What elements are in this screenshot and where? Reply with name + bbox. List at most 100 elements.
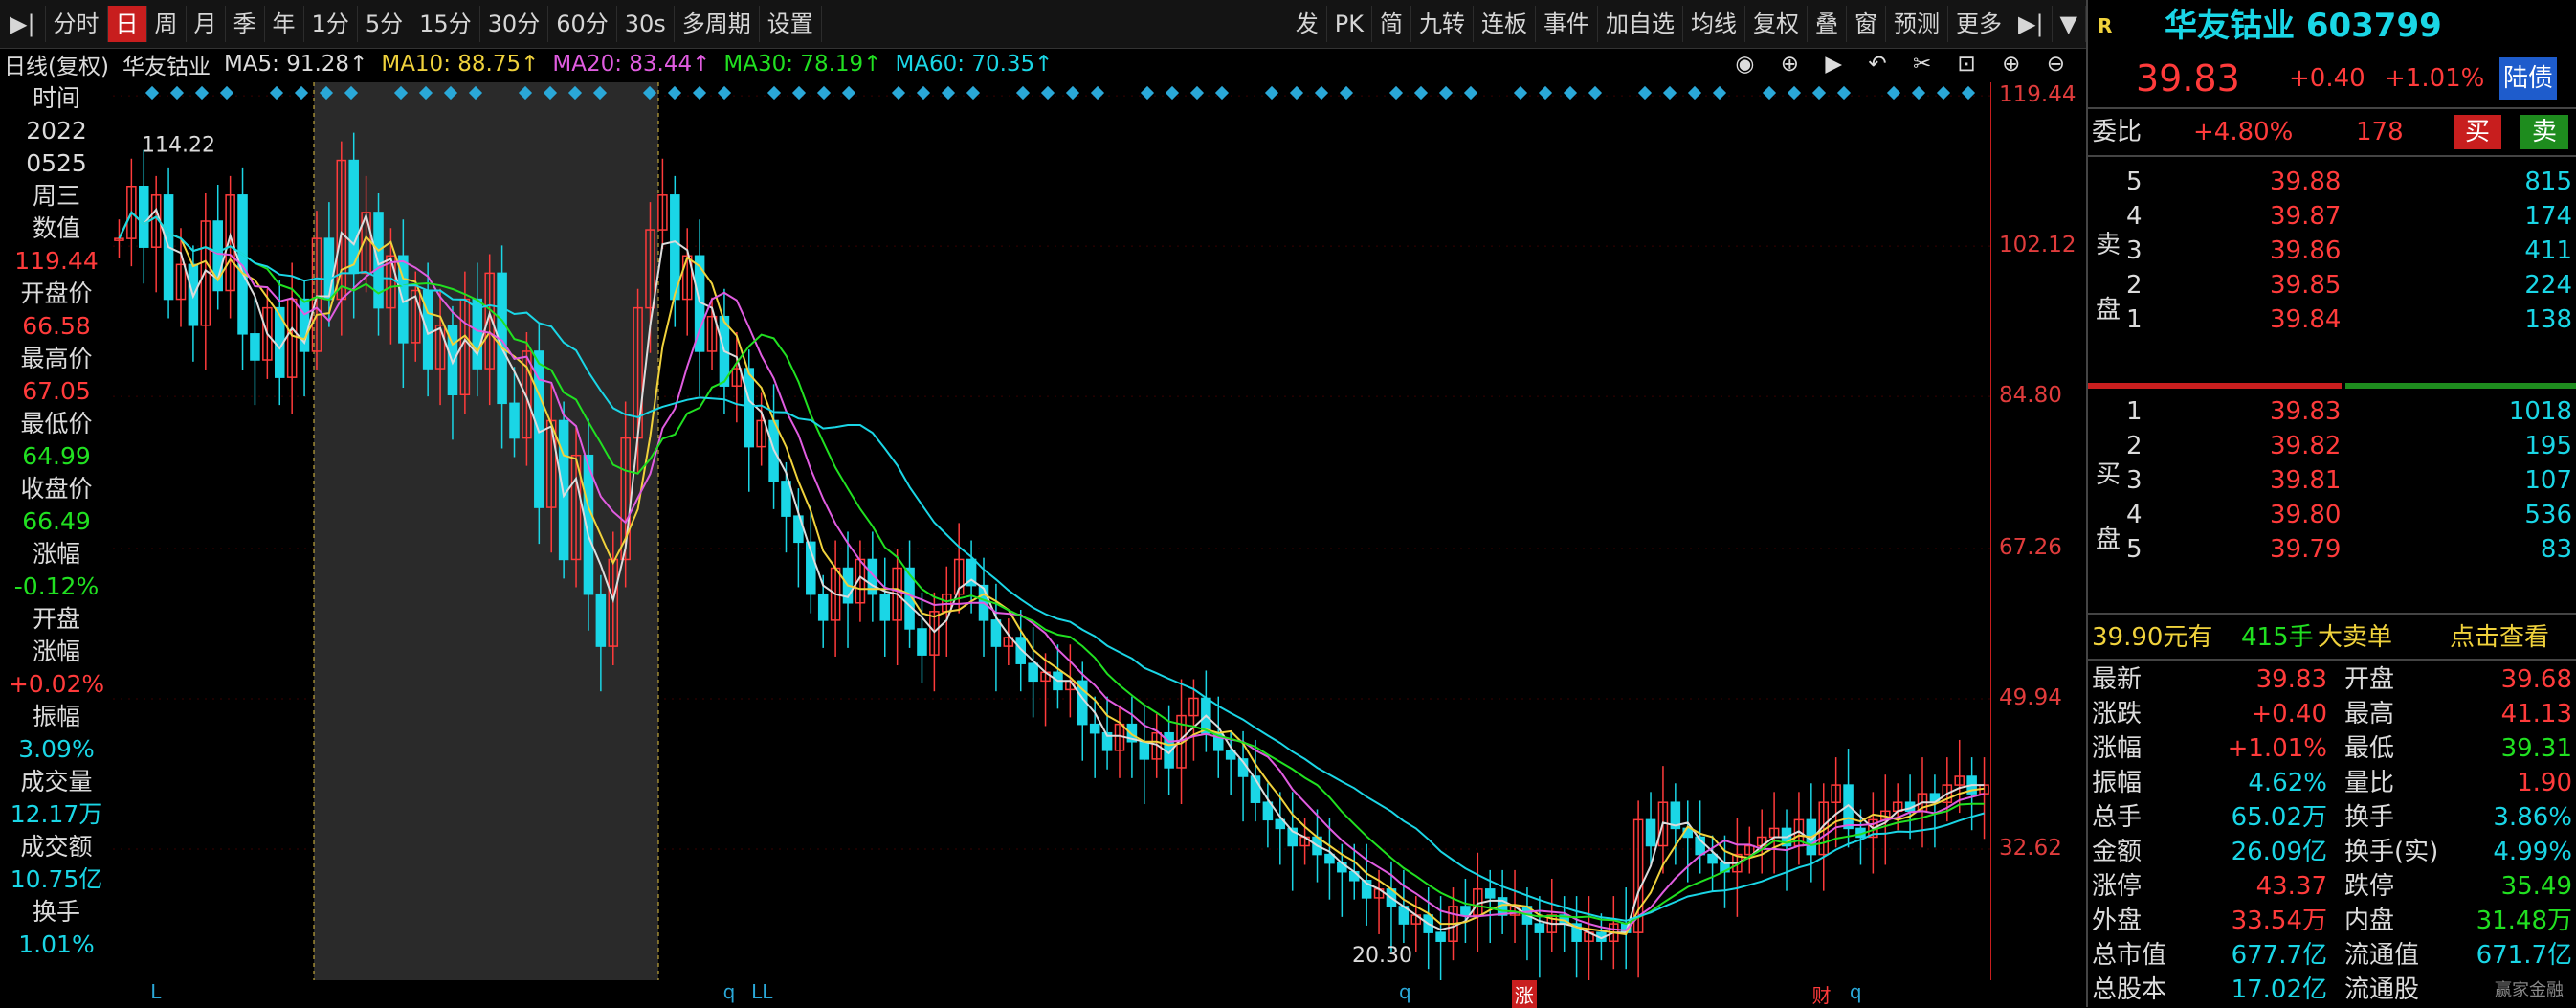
tool-button[interactable]: 发 [1288,6,1327,42]
bid-row[interactable]: 2 39.82 195 [2088,429,2576,463]
event-diamond [1513,85,1528,101]
info-row: -0.12% [13,572,100,600]
stat-value: 3.86% [2493,803,2572,832]
info-row: 成交额 [20,833,93,861]
big-order-link[interactable]: 点击查看 [2450,620,2549,655]
event-diamond [194,85,210,101]
tool-button[interactable]: 预测 [1886,6,1948,42]
expand-right-icon[interactable]: ▶| [2010,6,2053,42]
tool-button[interactable]: 连板 [1474,6,1536,42]
buy-button[interactable]: 买 [2454,115,2502,149]
stat-value: 39.31 [2500,734,2572,763]
tool-button[interactable]: PK [1327,6,1372,42]
chart-tool-icons[interactable]: ◉ ⊕ ▶ ↶ ✂ ⊡ ⊕ ⊖ [1735,52,2086,77]
event-marker[interactable]: q [1850,980,1862,1003]
bid-row[interactable]: 5 39.79 83 [2088,532,2576,567]
kline-chart[interactable]: 114.22 20.30 [113,82,1990,980]
event-diamond [692,85,707,101]
tool-button[interactable]: 复权 [1745,6,1808,42]
tool-button[interactable]: 叠 [1808,6,1847,42]
period-tab[interactable]: 周 [147,6,187,42]
volume: 138 [2524,305,2572,334]
event-marker[interactable]: q [1399,980,1411,1003]
candle-body [1484,888,1496,899]
tool-button[interactable]: 更多 [1948,6,2010,42]
event-diamond [891,85,906,101]
max-price-label: 114.22 [142,134,215,158]
quote-panel: R 华友钴业 603799 39.83 +0.40 +1.01% 陆债 委比 +… [2086,0,2576,1007]
candle-body [781,481,791,517]
bond-badge[interactable]: 陆债 [2499,57,2558,100]
crosshair-info-panel: 时间 2022 0525 周三 数值 119.44 开盘价 66.58 最高价 67.05 最低价 6… [0,82,113,973]
event-marker[interactable]: L [150,980,161,1003]
level: 2 [2126,271,2143,300]
stat-value: 41.13 [2500,700,2572,728]
candle-body [1534,923,1545,933]
period-toolbar: ▶| 分时日周月季年 1分 5分 15分 30分 60分 30s 多周期 设置 发 PK 简九转 连板… [0,0,2086,49]
period-tab[interactable]: 年 [265,6,304,42]
ma5-label: MA5: 91.28↑ [223,52,368,77]
tool-button[interactable]: 窗 [1847,6,1886,42]
stock-name: 华友钴业 [122,55,211,79]
period-tab[interactable]: 15分 [411,6,480,42]
ask-row[interactable]: 1 39.84 138 [2088,302,2576,337]
stat-value: 39.68 [2500,665,2572,694]
period-tab[interactable]: 30s [617,6,675,42]
stat-label: 总手 [2092,803,2143,832]
tool-button[interactable]: 事件 [1536,6,1598,42]
collapse-left-icon[interactable]: ▶| [0,6,46,42]
volume: 195 [2524,432,2572,460]
event-marker[interactable]: q [723,980,736,1003]
period-tab[interactable]: 日 [107,6,147,42]
period-tab[interactable]: 季 [226,6,265,42]
stat-label: 内盘 [2344,907,2395,935]
ma-legend: 日线(复权) 华友钴业 MA5: 91.28↑ MA10: 88.75↑ MA2… [0,48,2086,80]
tool-button[interactable]: 九转 [1411,6,1474,42]
period-tab[interactable]: 30分 [480,6,549,42]
stat-value: +1.01% [2227,734,2327,763]
event-marker[interactable]: 涨 [1511,980,1537,1008]
bid-row[interactable]: 1 39.83 1018 [2088,394,2576,429]
period-tab[interactable]: 5分 [358,6,412,42]
volume: 536 [2524,501,2572,529]
candle-body [1028,662,1038,683]
sell-button[interactable]: 卖 [2520,115,2569,149]
ask-row[interactable]: 4 39.87 174 [2088,199,2576,234]
dropdown-icon[interactable]: ▼ [2053,6,2086,42]
event-marker[interactable]: 财 [1812,980,1832,1008]
level: 4 [2126,202,2143,231]
event-diamond [841,85,856,101]
price: 39.86 [2270,236,2342,265]
price-axis-tick: 102.12 [1999,233,2076,258]
stats-row: 振幅 4.62% 量比 1.90 [2088,766,2576,800]
period-tabs: 分时日周月季年 1分 5分 15分 30分 60分 30s 多周期 设置 [46,6,822,42]
ask-row[interactable]: 5 39.88 815 [2088,165,2576,199]
stat-label: 最新 [2092,665,2143,694]
tool-button[interactable]: 均线 [1683,6,1745,42]
period-tab[interactable]: 分时 [46,6,108,42]
tool-button[interactable]: 加自选 [1598,6,1683,42]
volume: 1018 [2508,397,2572,426]
event-diamond [169,85,185,101]
event-diamond [1189,85,1205,101]
period-tab[interactable]: 设置 [760,6,822,42]
stat-label: 换手(实) [2344,838,2439,866]
period-label: 日线(复权) [4,55,109,79]
period-tab[interactable]: 60分 [548,6,617,42]
period-tab[interactable]: 多周期 [675,6,760,42]
ask-row[interactable]: 2 39.85 224 [2088,268,2576,302]
bid-row[interactable]: 4 39.80 536 [2088,498,2576,532]
info-row: 2022 [26,117,87,145]
stats-row: 总市值 677.7亿 流通值 671.7亿 [2088,938,2576,973]
stat-value: 65.02万 [2231,803,2327,832]
event-marker[interactable]: LL [751,980,772,1003]
level: 2 [2126,432,2143,460]
big-order-label: 大卖单 [2318,623,2393,652]
info-row: 数值 [32,214,80,242]
volume: 107 [2524,466,2572,495]
ask-row[interactable]: 3 39.86 411 [2088,234,2576,268]
period-tab[interactable]: 月 [187,6,226,42]
period-tab[interactable]: 1分 [304,6,358,42]
tool-button[interactable]: 简 [1372,6,1411,42]
bid-row[interactable]: 3 39.81 107 [2088,463,2576,498]
